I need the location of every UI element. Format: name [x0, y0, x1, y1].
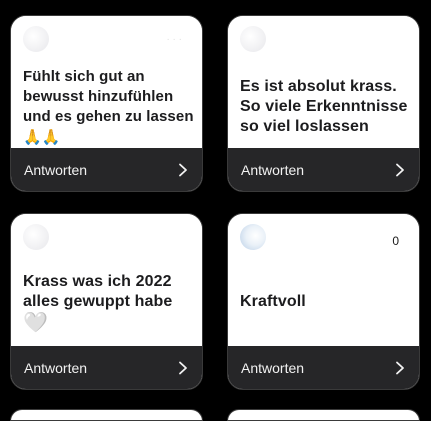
pray-emoji-icon: 🙏🙏 [23, 128, 61, 146]
chevron-right-icon [394, 163, 406, 177]
chevron-right-icon [177, 163, 189, 177]
reply-button-label: Antworten [24, 359, 88, 376]
reply-card-body: · · · Fühlt sich gut an bewusst hinzufüh… [11, 16, 202, 150]
reply-button[interactable]: Antworten [228, 148, 419, 191]
reply-button[interactable]: Antworten [228, 346, 419, 389]
avatar[interactable] [23, 224, 49, 250]
more-icon[interactable]: · · · [166, 34, 182, 45]
avatar[interactable] [23, 26, 49, 52]
chevron-right-icon [394, 361, 406, 375]
reply-button[interactable]: Antworten [11, 148, 202, 191]
reply-message-text: Kraftvoll [240, 292, 411, 312]
story-count-label: 0 [392, 234, 399, 248]
reply-card: Es ist absolut krass. So viele Erkenntni… [227, 15, 420, 192]
avatar[interactable] [240, 26, 266, 52]
reply-card-body: Krass was ich 2022 alles gewuppt habe 🤍 [11, 214, 202, 348]
reply-card: · · · Fühlt sich gut an bewusst hinzufüh… [10, 15, 203, 192]
reply-card-body: 0 Kraftvoll [228, 214, 419, 348]
reply-button[interactable]: Antworten [11, 346, 202, 389]
next-reply-card-edge [227, 409, 420, 421]
white-heart-emoji-icon: 🤍 [23, 310, 49, 334]
chevron-right-icon [177, 361, 189, 375]
reply-card-body: Es ist absolut krass. So viele Erkenntni… [228, 16, 419, 150]
reply-message-text: Es ist absolut krass. So viele Erkenntni… [240, 77, 411, 137]
next-reply-card-edge [10, 409, 203, 421]
reply-message-text: Krass was ich 2022 alles gewuppt habe 🤍 [23, 272, 194, 335]
message-text: Krass was ich 2022 alles gewuppt habe [23, 273, 173, 310]
message-text: Kraftvoll [240, 293, 306, 310]
message-text: Fühlt sich gut an bewusst hinzufühlen un… [23, 68, 194, 125]
avatar[interactable] [240, 224, 266, 250]
reply-button-label: Antworten [241, 161, 305, 178]
reply-button-label: Antworten [24, 161, 88, 178]
reply-card: 0 Kraftvoll Antworten [227, 213, 420, 390]
reply-card: Krass was ich 2022 alles gewuppt habe 🤍 … [10, 213, 203, 390]
reply-button-label: Antworten [241, 359, 305, 376]
message-text: Es ist absolut krass. So viele Erkenntni… [240, 78, 408, 135]
reply-message-text: Fühlt sich gut an bewusst hinzufühlen un… [23, 67, 194, 148]
